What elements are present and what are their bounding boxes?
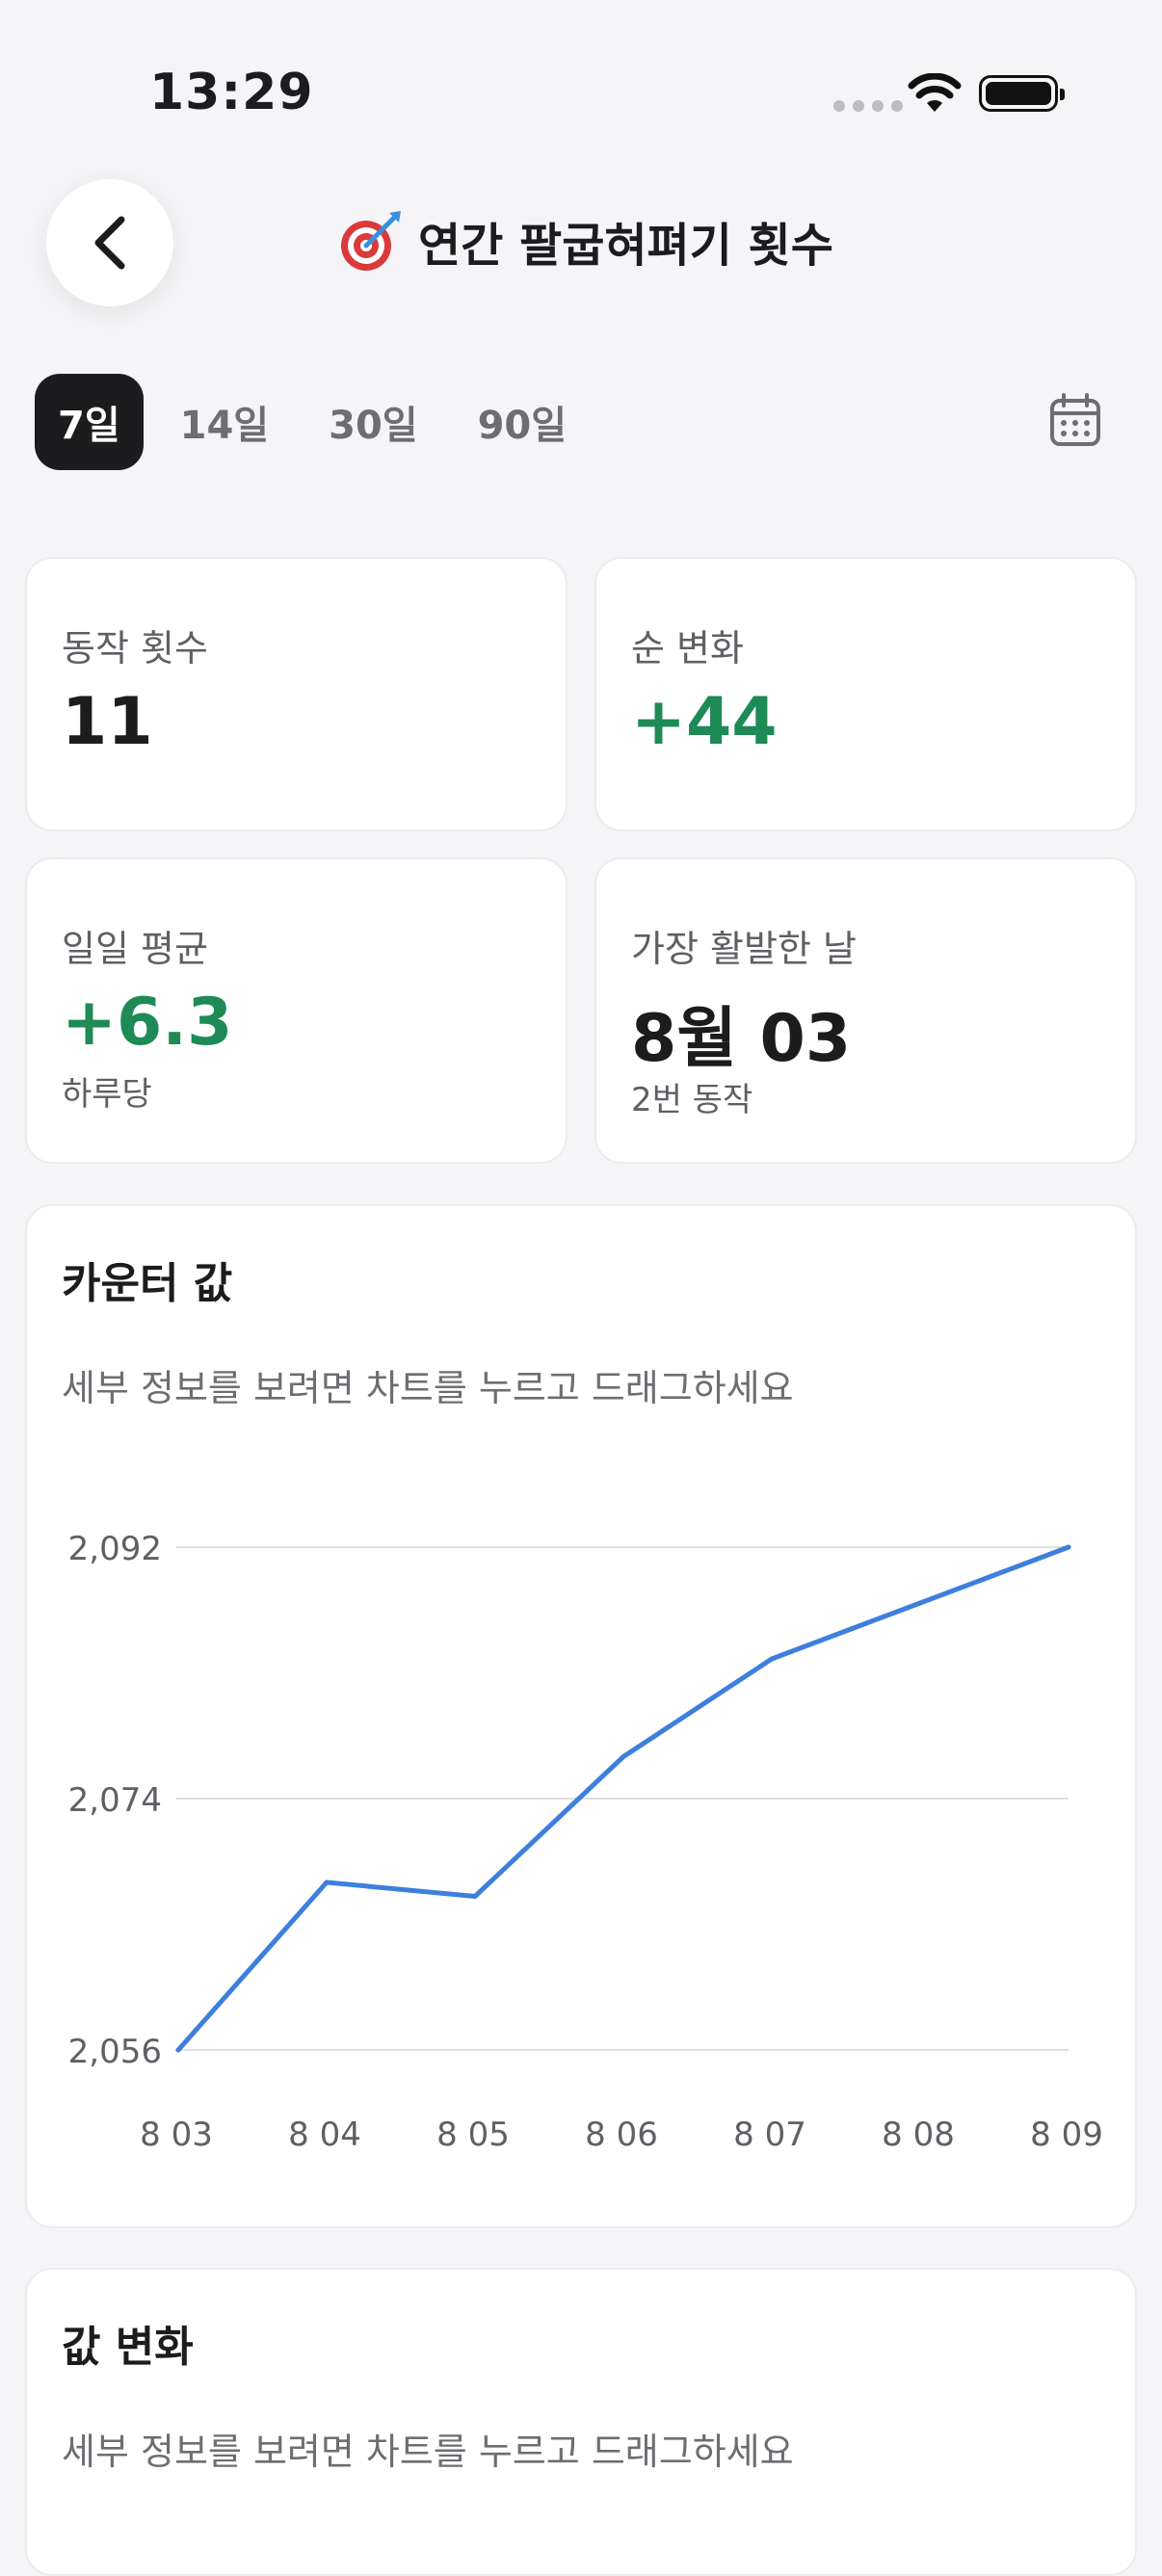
- y-tick-label: 2,056: [68, 2033, 162, 2071]
- stat-card-daily-average: 일일 평균 +6.3 하루당: [25, 857, 568, 1164]
- counter-line-chart[interactable]: 2,056 2,074 2,092 8 03 8 04 8 05 8 06 8 07 8 08 8…: [27, 1206, 1139, 2230]
- range-tabs: 7일 14일 30일 90일: [35, 374, 590, 470]
- chart-title: 값 변화: [62, 2323, 194, 2372]
- stat-value: 8월 03: [631, 1001, 852, 1077]
- stat-sub: 하루당: [62, 1075, 152, 1114]
- counter-chart-card: 카운터 값 세부 정보를 보려면 차트를 누르고 드래그하세요 2,056 2,0…: [25, 1204, 1137, 2228]
- stat-value: 11: [62, 684, 153, 760]
- x-tick-label: 8 08: [882, 2116, 955, 2154]
- chevron-left-icon: [94, 216, 125, 270]
- stat-value: +44: [631, 684, 778, 760]
- target-dart-icon: [341, 211, 401, 271]
- change-chart-card: 값 변화 세부 정보를 보려면 차트를 누르고 드래그하세요: [25, 2268, 1137, 2576]
- status-bar: 13:29: [0, 0, 1162, 183]
- stat-label: 순 변화: [631, 627, 744, 670]
- back-button[interactable]: [46, 179, 173, 306]
- x-tick-label: 8 09: [1030, 2116, 1103, 2154]
- calendar-icon: [1050, 393, 1100, 446]
- tab-30-days[interactable]: 30일: [305, 374, 440, 470]
- stat-card-net-change: 순 변화 +44: [594, 557, 1137, 831]
- x-tick-label: 8 07: [733, 2116, 806, 2154]
- status-time: 13:29: [149, 64, 314, 121]
- y-tick-label: 2,074: [68, 1781, 162, 1820]
- page-title-text: 연간 팔굽혀펴기 횟수: [418, 219, 833, 273]
- stat-card-action-count: 동작 횟수 11: [25, 557, 568, 831]
- page-title: 연간 팔굽혀펴기 횟수: [337, 206, 833, 276]
- stat-value: +6.3: [62, 985, 233, 1061]
- data-point: [621, 1754, 626, 1759]
- stat-sub: 2번 동작: [631, 1081, 753, 1119]
- x-tick-label: 8 06: [585, 2116, 658, 2154]
- wifi-icon: [908, 73, 962, 112]
- x-tick-label: 8 04: [288, 2116, 361, 2154]
- data-point: [769, 1656, 775, 1662]
- stat-label: 동작 횟수: [62, 627, 208, 670]
- battery-icon: [979, 75, 1065, 112]
- y-tick-label: 2,092: [68, 1530, 162, 1568]
- tab-7-days[interactable]: 7일: [35, 374, 144, 470]
- cellular-signal-icon: [833, 100, 903, 112]
- calendar-button[interactable]: [1041, 385, 1110, 455]
- data-point: [175, 2047, 181, 2053]
- stat-label: 가장 활발한 날: [631, 928, 857, 970]
- stat-label: 일일 평균: [62, 928, 208, 970]
- chart-hint: 세부 정보를 보려면 차트를 누르고 드래그하세요: [62, 2431, 794, 2473]
- data-point: [1066, 1544, 1071, 1550]
- data-point: [324, 1879, 330, 1885]
- stat-card-most-active-day: 가장 활발한 날 8월 03 2번 동작: [594, 857, 1137, 1164]
- tab-14-days[interactable]: 14일: [157, 374, 292, 470]
- data-point: [917, 1600, 923, 1606]
- x-tick-label: 8 03: [140, 2116, 213, 2154]
- x-tick-label: 8 05: [436, 2116, 510, 2154]
- data-point: [472, 1894, 478, 1899]
- tab-90-days[interactable]: 90일: [455, 374, 590, 470]
